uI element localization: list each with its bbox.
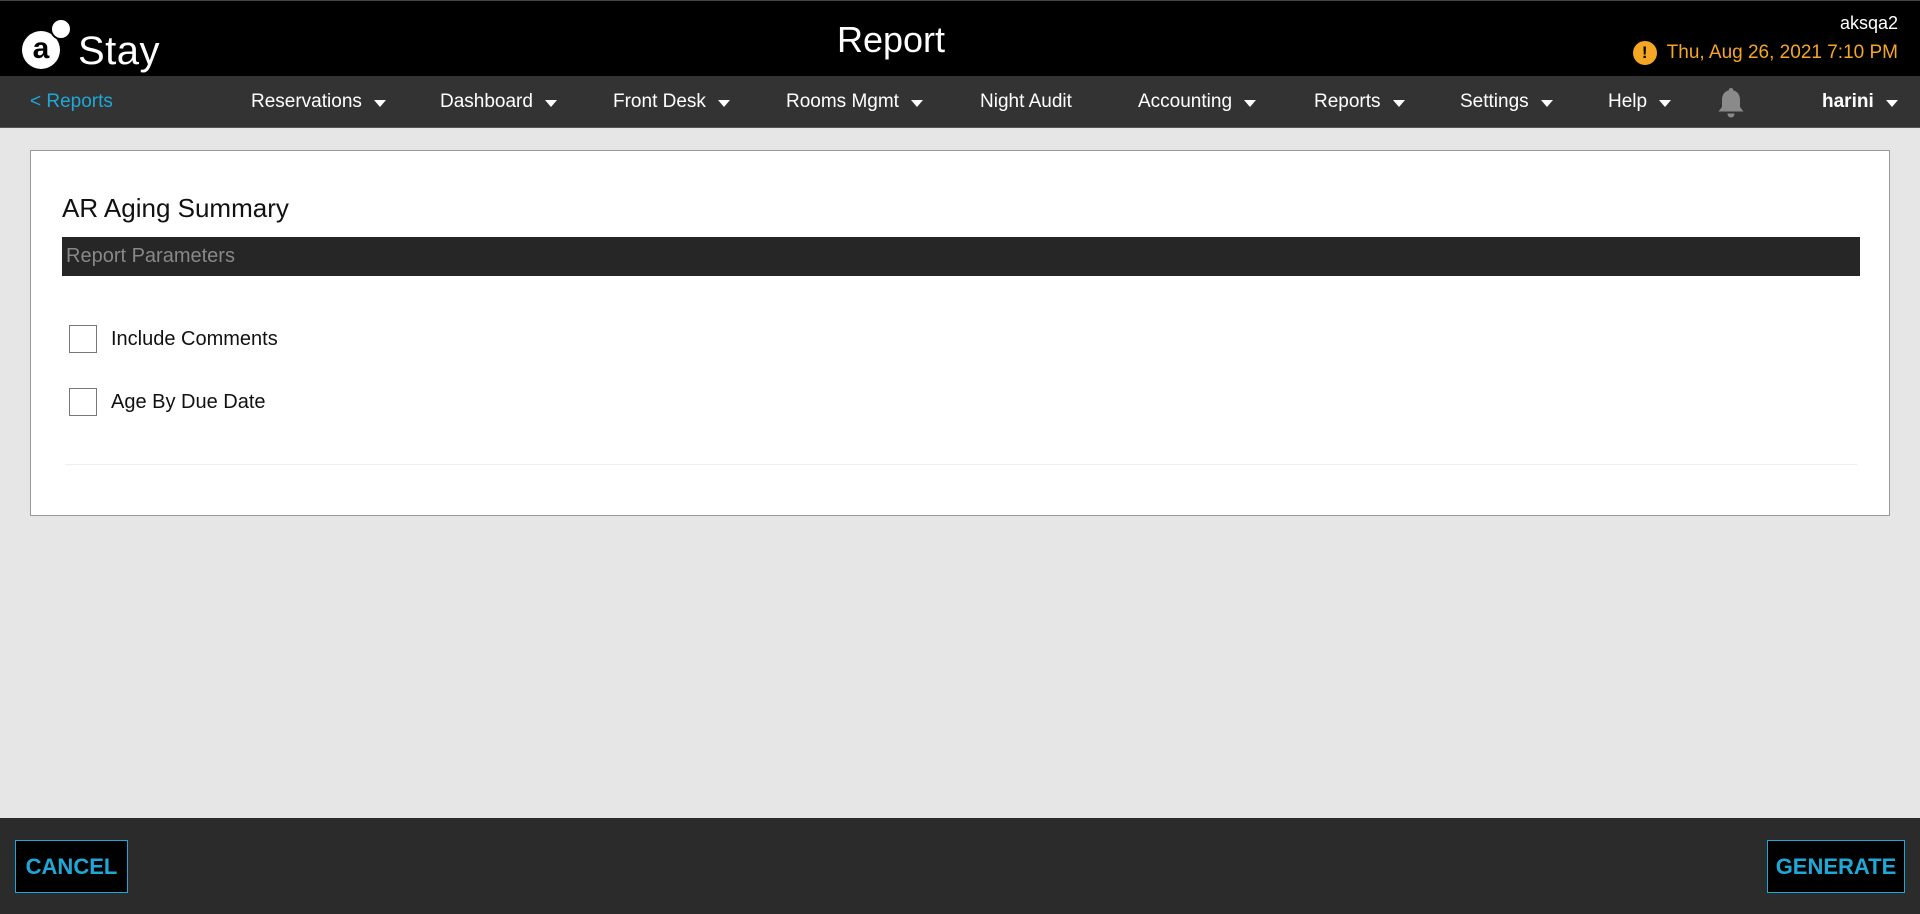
- nav-dashboard[interactable]: Dashboard: [440, 91, 557, 113]
- back-to-reports-link[interactable]: < Reports: [30, 91, 113, 113]
- nav-accounting[interactable]: Accounting: [1138, 91, 1257, 113]
- age-by-due-date-option[interactable]: Age By Due Date: [69, 388, 266, 416]
- caret-down-icon: [1885, 100, 1898, 107]
- caret-down-icon: [1540, 100, 1553, 107]
- nav-front-desk[interactable]: Front Desk: [613, 91, 730, 113]
- page-title: Report: [836, 19, 946, 60]
- params-header-text: Report Parameters: [66, 245, 235, 267]
- nav-label: Night Audit: [980, 91, 1072, 112]
- include-comments-option[interactable]: Include Comments: [69, 325, 278, 353]
- business-date: ! Thu, Aug 26, 2021 7:10 PM: [1632, 41, 1898, 65]
- footer-bar: CANCEL GENERATE: [0, 818, 1920, 914]
- nav-reservations[interactable]: Reservations: [251, 91, 386, 113]
- age-by-due-date-label: Age By Due Date: [111, 390, 266, 413]
- caret-down-icon: [1659, 100, 1672, 107]
- nav-night-audit[interactable]: Night Audit: [980, 91, 1072, 113]
- nav-label: Settings: [1460, 91, 1529, 112]
- warning-icon: !: [1632, 41, 1657, 65]
- caret-down-icon: [717, 100, 730, 107]
- bell-icon[interactable]: [1716, 86, 1746, 120]
- datetime-text: Thu, Aug 26, 2021 7:10 PM: [1666, 42, 1898, 63]
- main-nav: < Reports Reservations Dashboard Front D…: [0, 76, 1920, 128]
- username: harini: [1822, 91, 1874, 112]
- caret-down-icon: [910, 100, 923, 107]
- nav-label: Front Desk: [613, 91, 706, 112]
- nav-rooms-mgmt[interactable]: Rooms Mgmt: [786, 91, 923, 113]
- nav-label: Reservations: [251, 91, 362, 112]
- divider: [65, 464, 1857, 465]
- age-by-due-date-checkbox[interactable]: [69, 388, 97, 416]
- nav-label: Help: [1608, 91, 1648, 112]
- report-panel: AR Aging Summary Report Parameters Inclu…: [30, 150, 1890, 516]
- property-name: aksqa2: [1839, 13, 1898, 33]
- nav-help[interactable]: Help: [1608, 91, 1672, 113]
- nav-label: Reports: [1314, 91, 1381, 112]
- caret-down-icon: [1392, 100, 1405, 107]
- caret-down-icon: [373, 100, 386, 107]
- top-bar: a Stay Report aksqa2 ! Thu, Aug 26, 2021…: [0, 0, 1920, 76]
- caret-down-icon: [544, 100, 557, 107]
- cancel-button[interactable]: CANCEL: [15, 840, 128, 893]
- nav-label: Dashboard: [440, 91, 533, 112]
- report-parameters-header: Report Parameters: [62, 237, 1860, 276]
- user-menu[interactable]: harini: [1822, 91, 1898, 113]
- nav-settings[interactable]: Settings: [1460, 91, 1553, 113]
- include-comments-checkbox[interactable]: [69, 325, 97, 353]
- generate-button[interactable]: GENERATE: [1767, 840, 1905, 893]
- nav-label: Rooms Mgmt: [786, 91, 899, 112]
- include-comments-label: Include Comments: [111, 327, 278, 350]
- report-title: AR Aging Summary: [62, 193, 289, 223]
- nav-reports[interactable]: Reports: [1314, 91, 1405, 113]
- caret-down-icon: [1244, 100, 1257, 107]
- nav-label: Accounting: [1138, 91, 1233, 112]
